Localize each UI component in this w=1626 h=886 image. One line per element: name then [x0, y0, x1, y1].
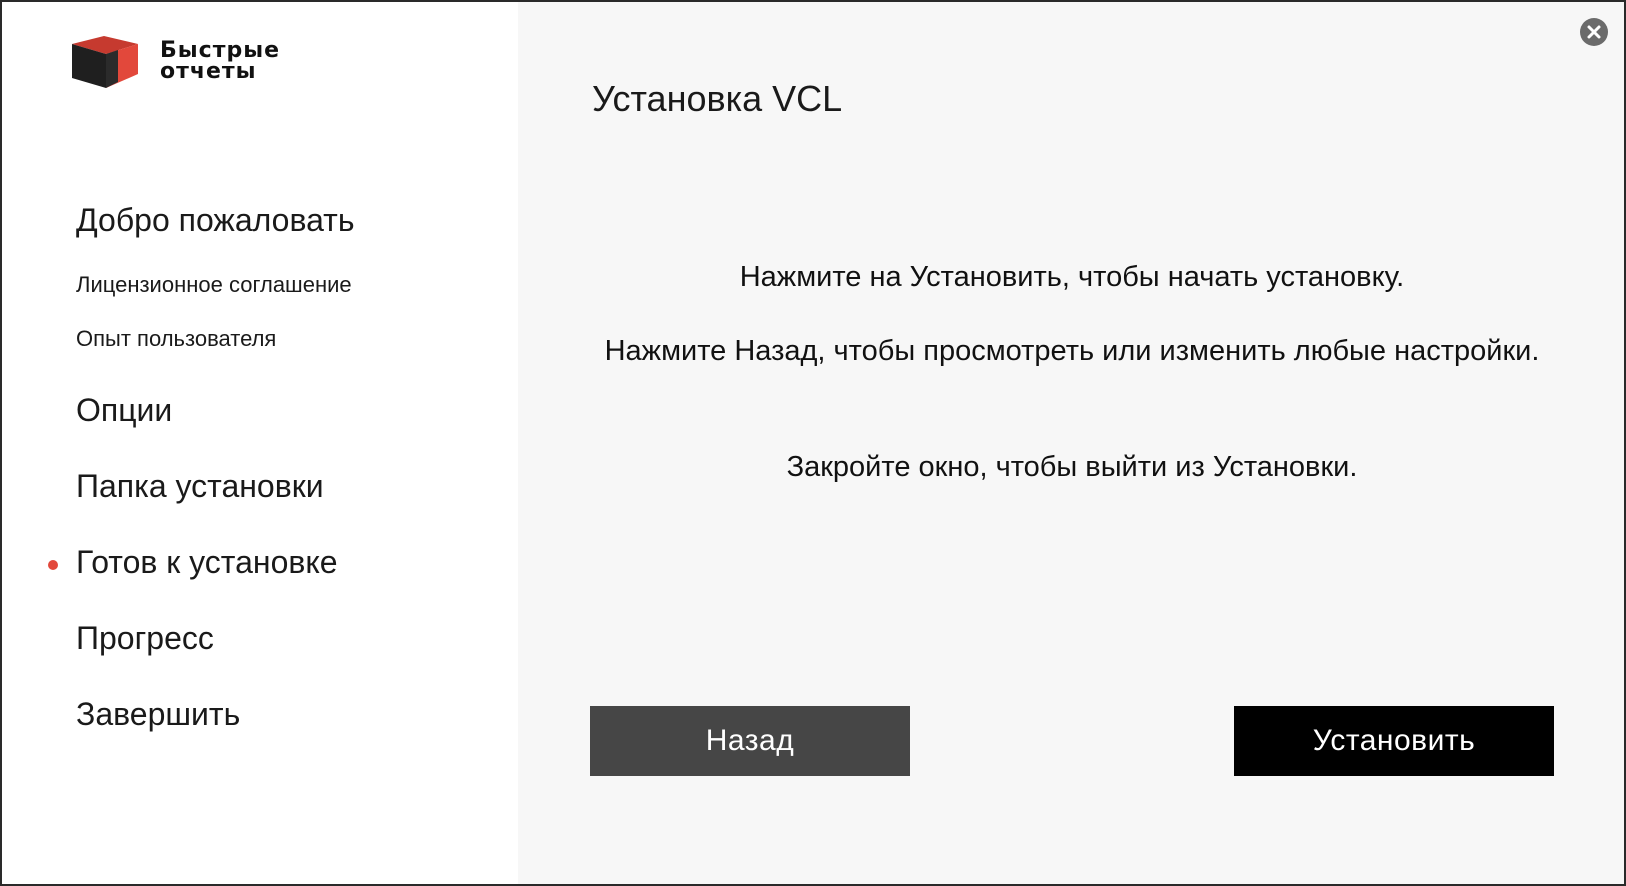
back-button[interactable]: Назад: [590, 706, 910, 776]
brand-cube-icon: [72, 36, 138, 88]
installer-window: Быстрые отчеты Добро пожаловать Лицензио…: [0, 0, 1626, 886]
instruction-close: Закройте окно, чтобы выйти из Установки.: [786, 451, 1358, 483]
sidebar: Быстрые отчеты Добро пожаловать Лицензио…: [2, 2, 518, 884]
brand-name: Быстрые отчеты: [160, 38, 281, 84]
close-icon: [1587, 25, 1601, 39]
sidebar-item-options[interactable]: Опции: [76, 392, 172, 429]
sidebar-item-user-experience[interactable]: Опыт пользователя: [76, 326, 276, 352]
active-step-indicator: [48, 560, 58, 570]
brand-line2: отчеты: [160, 59, 257, 84]
sidebar-item-progress[interactable]: Прогресс: [76, 620, 214, 657]
brand-line1: Быстрые: [160, 38, 281, 63]
sidebar-item-welcome[interactable]: Добро пожаловать: [76, 202, 355, 239]
page-title: Установка VCL: [592, 78, 843, 119]
instruction-install: Нажмите на Установить, чтобы начать уста…: [739, 261, 1405, 293]
sidebar-item-license[interactable]: Лицензионное соглашение: [76, 272, 352, 298]
sidebar-item-finish[interactable]: Завершить: [76, 696, 240, 733]
install-button[interactable]: Установить: [1234, 706, 1554, 776]
sidebar-item-install-folder[interactable]: Папка установки: [76, 468, 324, 505]
close-button[interactable]: [1580, 18, 1608, 46]
instruction-back: Нажмите Назад, чтобы просмотреть или изм…: [604, 335, 1540, 367]
sidebar-item-ready-to-install[interactable]: Готов к установке: [76, 544, 338, 581]
brand-logo: Быстрые отчеты: [68, 32, 368, 92]
